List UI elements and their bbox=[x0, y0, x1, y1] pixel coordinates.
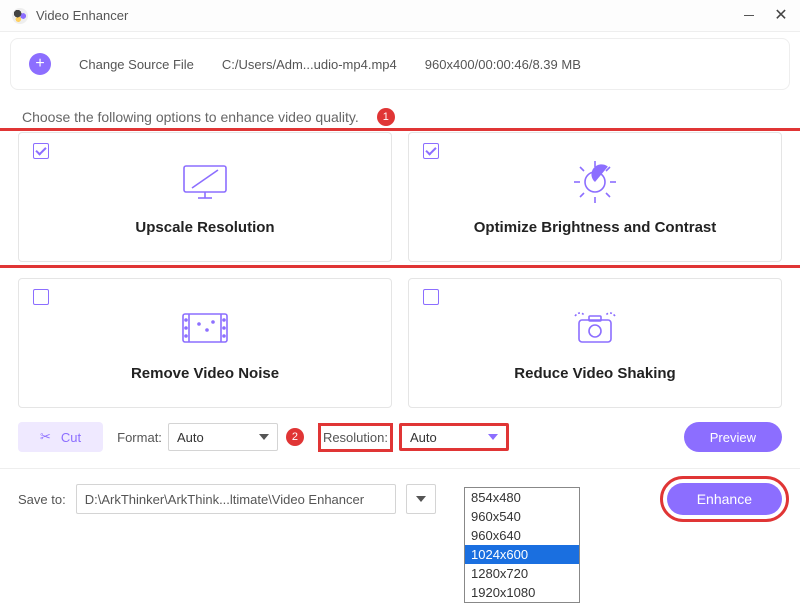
instruction-row: Choose the following options to enhance … bbox=[0, 90, 800, 132]
checkbox-upscale[interactable] bbox=[33, 143, 49, 159]
save-path-dropdown[interactable] bbox=[406, 484, 436, 514]
app-logo-icon bbox=[12, 8, 28, 24]
format-label: Format: bbox=[117, 430, 162, 445]
card-title: Remove Video Noise bbox=[131, 365, 279, 382]
titlebar: Video Enhancer ✕ bbox=[0, 0, 800, 32]
resolution-option[interactable]: 960x540 bbox=[465, 507, 579, 526]
checkbox-optimize[interactable] bbox=[423, 143, 439, 159]
resolution-option[interactable]: 1920x1080 bbox=[465, 583, 579, 602]
source-header: + Change Source File C:/Users/Adm...udio… bbox=[10, 38, 790, 90]
checkbox-stabilize[interactable] bbox=[423, 289, 439, 305]
brightness-icon bbox=[569, 159, 621, 205]
resolution-option[interactable]: 960x640 bbox=[465, 526, 579, 545]
window-title: Video Enhancer bbox=[36, 8, 742, 23]
change-source-link[interactable]: Change Source File bbox=[79, 57, 194, 72]
save-path-field[interactable]: D:\ArkThinker\ArkThink...ltimate\Video E… bbox=[76, 484, 396, 514]
film-noise-icon bbox=[177, 305, 233, 351]
card-optimize-brightness[interactable]: Optimize Brightness and Contrast bbox=[408, 132, 782, 262]
card-reduce-shaking[interactable]: Reduce Video Shaking bbox=[408, 278, 782, 408]
save-to-label: Save to: bbox=[18, 492, 66, 507]
instruction-text: Choose the following options to enhance … bbox=[22, 109, 359, 125]
controls-bar: ✂ Cut Format: Auto 2 Resolution: Auto Pr… bbox=[0, 408, 800, 460]
save-bar: Save to: D:\ArkThinker\ArkThink...ltimat… bbox=[0, 468, 800, 529]
chevron-down-icon bbox=[259, 434, 269, 440]
close-button[interactable]: ✕ bbox=[774, 9, 788, 23]
source-info: 960x400/00:00:46/8.39 MB bbox=[425, 57, 581, 72]
card-title: Optimize Brightness and Contrast bbox=[474, 219, 717, 236]
format-select: Format: Auto bbox=[117, 423, 278, 451]
resolution-select: Resolution: Auto bbox=[318, 423, 509, 452]
preview-label: Preview bbox=[710, 430, 756, 445]
enhance-grid: Upscale Resolution Optimize Brightness a… bbox=[0, 132, 800, 408]
camera-shake-icon bbox=[567, 305, 623, 351]
cut-button[interactable]: ✂ Cut bbox=[18, 422, 103, 452]
card-remove-noise[interactable]: Remove Video Noise bbox=[18, 278, 392, 408]
minimize-button[interactable] bbox=[742, 9, 756, 23]
source-path: C:/Users/Adm...udio-mp4.mp4 bbox=[222, 57, 397, 72]
preview-button[interactable]: Preview bbox=[684, 422, 782, 452]
save-path-value: D:\ArkThinker\ArkThink...ltimate\Video E… bbox=[85, 492, 364, 507]
card-title: Reduce Video Shaking bbox=[514, 365, 675, 382]
resolution-option[interactable]: 1024x600 bbox=[465, 545, 579, 564]
resolution-option[interactable]: 1280x720 bbox=[465, 564, 579, 583]
scissors-icon: ✂ bbox=[40, 429, 51, 445]
cut-label: Cut bbox=[61, 430, 81, 445]
resolution-dropdown[interactable]: Auto bbox=[399, 423, 509, 451]
enhance-button[interactable]: Enhance bbox=[667, 483, 782, 515]
checkbox-denoise[interactable] bbox=[33, 289, 49, 305]
enhance-label: Enhance bbox=[697, 491, 752, 507]
chevron-down-icon bbox=[416, 496, 426, 502]
format-value: Auto bbox=[177, 430, 204, 445]
resolution-label: Resolution: bbox=[318, 423, 393, 452]
resolution-value: Auto bbox=[410, 430, 437, 445]
card-upscale-resolution[interactable]: Upscale Resolution bbox=[18, 132, 392, 262]
annotation-marker-1: 1 bbox=[377, 108, 395, 126]
annotation-marker-2: 2 bbox=[286, 428, 304, 446]
card-title: Upscale Resolution bbox=[135, 219, 274, 236]
resolution-option[interactable]: 854x480 bbox=[465, 488, 579, 507]
monitor-upscale-icon bbox=[178, 159, 232, 205]
format-dropdown[interactable]: Auto bbox=[168, 423, 278, 451]
add-source-button[interactable]: + bbox=[29, 53, 51, 75]
resolution-options-list[interactable]: 854x480960x540960x6401024x6001280x720192… bbox=[464, 487, 580, 603]
chevron-down-icon bbox=[488, 434, 498, 440]
